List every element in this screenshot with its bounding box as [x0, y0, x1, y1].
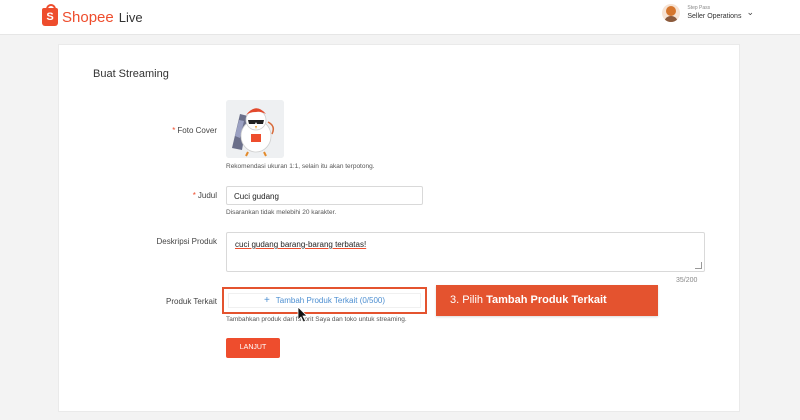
page-title: Buat Streaming [93, 68, 169, 80]
deskripsi-label: Deskripsi Produk [156, 237, 217, 246]
avatar [662, 4, 681, 22]
add-product-label: Tambah Produk Terkait (0/500) [275, 296, 386, 305]
user-name: Seller Operations [687, 12, 742, 20]
mouse-cursor-icon [297, 306, 308, 323]
judul-hint: Disarankan tidak melebihi 20 karakter. [226, 209, 337, 216]
plus-icon: + [263, 295, 270, 306]
produk-label: Produk Terkait [166, 297, 217, 306]
cover-hint: Rekomendasi ukuran 1:1, selain itu akan … [226, 163, 375, 170]
instruction-callout: 3. Pilih Tambah Produk Terkait [436, 285, 658, 316]
shopee-live-logo[interactable]: S Shopee Live [42, 4, 143, 26]
form-card [58, 44, 740, 412]
judul-label: * Judul [192, 191, 217, 200]
add-product-button[interactable]: + Tambah Produk Terkait (0/500) [228, 293, 421, 308]
callout-emphasis: Tambah Produk Terkait [486, 294, 607, 306]
required-mark: * [192, 191, 196, 200]
chicken-mascot-image [226, 100, 284, 158]
cover-label: * Foto Cover [172, 126, 217, 135]
product-name: Live [118, 9, 143, 25]
produk-hint: Tambahkan produk dari favorit Saya dan t… [226, 316, 407, 323]
brand-name: Shopee [62, 8, 114, 26]
user-subtitle: Step Pass [687, 4, 711, 11]
resize-handle[interactable] [695, 262, 702, 269]
required-mark: * [172, 126, 176, 135]
shopee-bag-icon: S [42, 4, 58, 26]
highlight-box: + Tambah Produk Terkait (0/500) [222, 287, 427, 314]
cover-image[interactable] [226, 100, 284, 158]
char-counter: 35/200 [676, 277, 698, 284]
chevron-down-icon[interactable]: ⌄ [746, 7, 754, 18]
user-menu[interactable]: Step Pass Seller Operations ⌄ [662, 4, 754, 22]
next-button[interactable]: LANJUT [226, 338, 280, 358]
deskripsi-textarea[interactable]: cuci gudang barang-barang terbatas! [226, 232, 705, 272]
judul-input[interactable]: Cuci gudang [226, 186, 423, 205]
top-bar: S Shopee Live Step Pass Seller Operation… [0, 0, 800, 35]
deskripsi-text: cuci gudang barang-barang terbatas! [235, 240, 367, 249]
